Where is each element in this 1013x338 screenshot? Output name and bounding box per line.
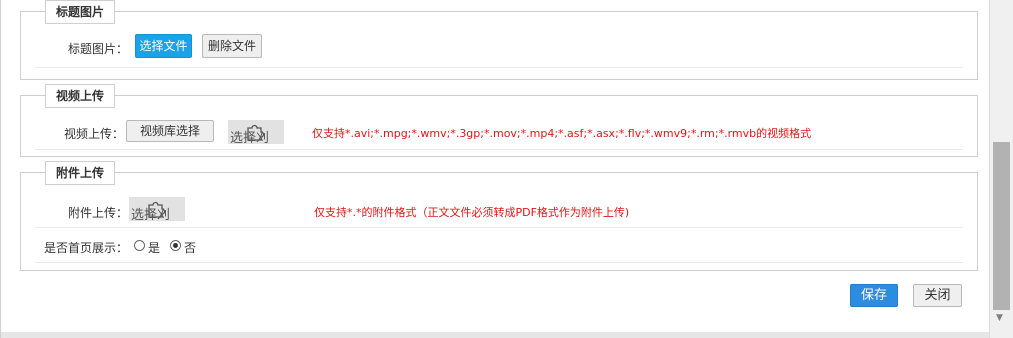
video-format-note: 仅支持*.avi;*.mpg;*.wmv;*.3gp;*.mov;*.mp4;*… [312, 127, 812, 140]
select-file-button[interactable]: 选择文件 [135, 34, 192, 58]
title-image-legend: 标题图片 [45, 0, 116, 24]
scrollbar-thumb[interactable] [993, 142, 1010, 310]
homepage-yes-radio[interactable] [134, 240, 145, 251]
title-image-section: 标题图片 标题图片： 选择文件 删除文件 [20, 0, 978, 80]
dialog-panel: 标题图片 标题图片： 选择文件 删除文件 视频上传 视频上传： 视频库选择 选择… [0, 0, 990, 338]
attachment-upload-plugin[interactable]: 选择刈 [129, 197, 185, 221]
homepage-display-label: 是否首页展示： [44, 241, 129, 255]
homepage-yes-label: 是 [148, 241, 161, 255]
video-upload-plugin[interactable]: 选择刈 [228, 120, 284, 144]
save-button[interactable]: 保存 [850, 284, 898, 307]
attachment-upload-legend: 附件上传 [45, 161, 116, 185]
title-image-label: 标题图片： [68, 42, 129, 56]
video-upload-section: 视频上传 视频上传： 视频库选择 选择刈 仅支持*.avi;*.mpg;*.wm… [20, 84, 978, 157]
row-divider [35, 149, 963, 150]
vertical-scrollbar[interactable]: ▼ [989, 0, 1013, 338]
video-upload-legend: 视频上传 [45, 84, 116, 108]
row-divider [35, 227, 963, 228]
delete-file-button[interactable]: 删除文件 [202, 34, 262, 58]
attachment-upload-label: 附件上传： [68, 206, 129, 220]
attachment-upload-placeholder: 选择刈 [131, 208, 171, 221]
video-upload-placeholder: 选择刈 [230, 131, 270, 144]
close-button[interactable]: 关闭 [913, 284, 962, 307]
row-divider [35, 262, 963, 263]
row-divider [35, 67, 963, 68]
video-upload-label: 视频上传： [64, 127, 125, 141]
panel-bottom-edge [1, 332, 990, 338]
homepage-no-label: 否 [184, 241, 197, 255]
attachment-format-note: 仅支持*.*的附件格式（正文文件必须转成PDF格式作为附件上传) [314, 206, 630, 219]
homepage-no-radio[interactable] [170, 240, 181, 251]
scroll-down-arrow-icon[interactable]: ▼ [996, 313, 1003, 323]
attachment-upload-section: 附件上传 附件上传： 选择刈 仅支持*.*的附件格式（正文文件必须转成PDF格式… [20, 161, 978, 271]
video-library-button[interactable]: 视频库选择 [126, 120, 214, 142]
